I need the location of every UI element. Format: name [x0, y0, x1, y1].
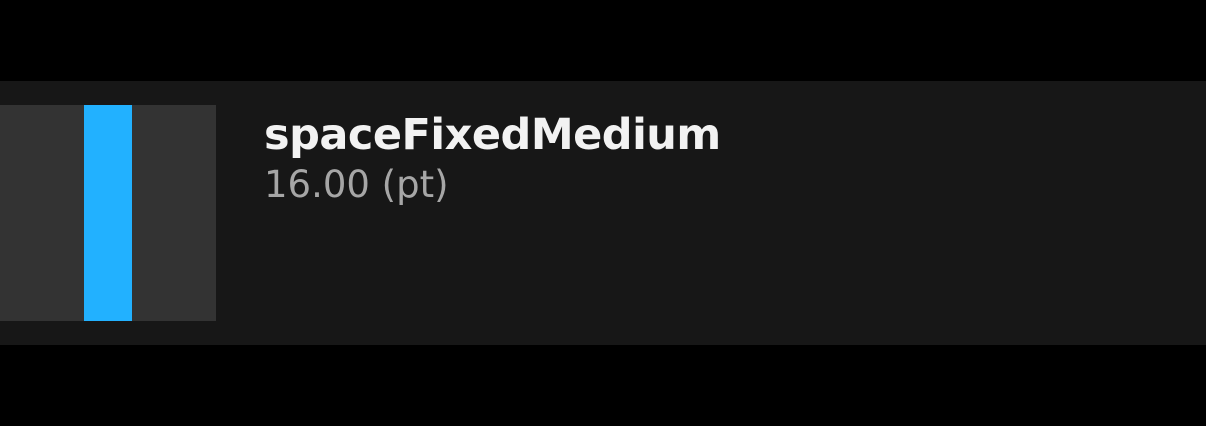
token-info: spaceFixedMedium 16.00 (pt) [264, 110, 721, 208]
spacing-preview-bar [84, 105, 132, 321]
spacing-token-row: spaceFixedMedium 16.00 (pt) [0, 81, 1206, 345]
spacing-preview-swatch [0, 105, 216, 321]
token-name: spaceFixedMedium [264, 110, 721, 160]
token-value: 16.00 (pt) [264, 163, 449, 206]
